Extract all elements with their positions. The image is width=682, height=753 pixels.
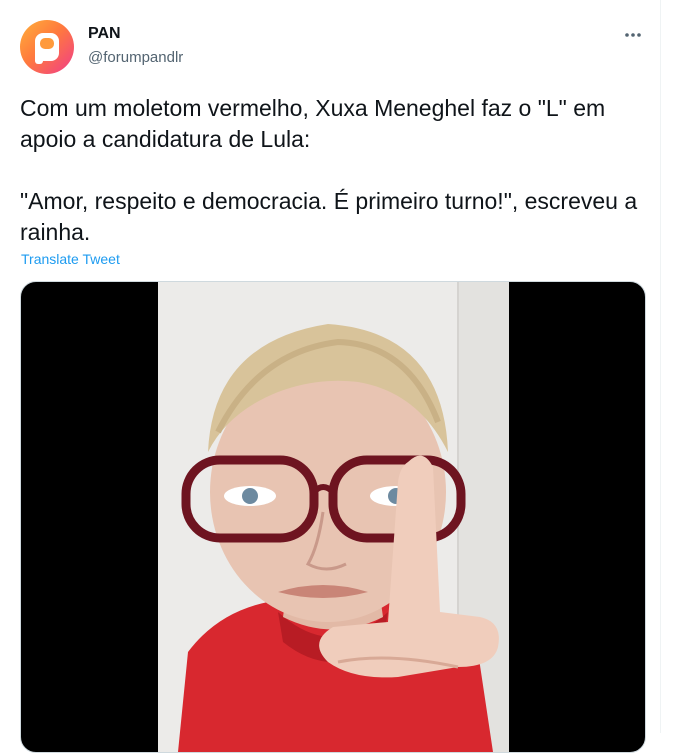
more-options-button[interactable]: [618, 22, 648, 48]
author-handle[interactable]: @forumpandlr: [88, 49, 183, 66]
tweet-video[interactable]: [20, 281, 646, 753]
tweet-card: PAN @forumpandlr Com um moletom vermelho…: [0, 0, 661, 753]
more-options-icon: [625, 33, 641, 37]
pan-logo-icon: [35, 33, 59, 64]
video-frame[interactable]: [158, 282, 509, 752]
tweet-text: Com um moletom vermelho, Xuxa Meneghel f…: [20, 95, 638, 245]
translate-tweet-link[interactable]: Translate Tweet: [21, 251, 120, 267]
author-name[interactable]: PAN: [88, 25, 121, 43]
video-still-image: [158, 282, 509, 752]
author-avatar[interactable]: [20, 20, 74, 74]
